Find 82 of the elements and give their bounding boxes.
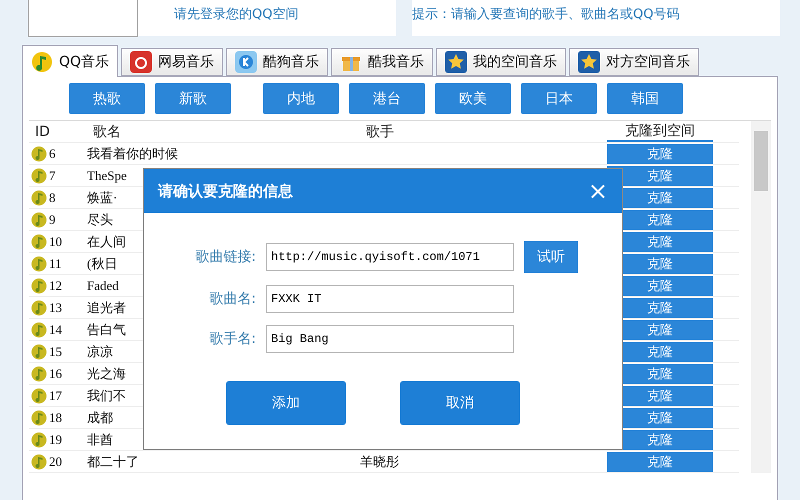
column-header: ID	[34, 124, 51, 140]
dialog-button[interactable]: 取消	[400, 381, 520, 425]
id-cell: 11	[49, 256, 62, 272]
music-ball-icon	[31, 256, 47, 272]
id-cell: 17	[49, 388, 62, 404]
id-cell: 20	[49, 454, 62, 470]
close-button[interactable]: ×	[588, 177, 608, 205]
clone-button[interactable]: 克隆	[607, 452, 713, 472]
music-ball-icon	[31, 212, 47, 228]
field-label: 歌手名:	[208, 330, 256, 348]
song-title-cell: 告白气	[87, 320, 126, 338]
id-cell: 14	[49, 322, 62, 338]
column-header: 歌名	[92, 122, 122, 140]
source-tab[interactable]: QQ音乐	[22, 45, 118, 77]
song-title-cell: Faded	[87, 278, 119, 294]
song-title-cell: 我看着你的时候	[87, 144, 178, 162]
scrollbar[interactable]	[751, 121, 771, 473]
music-ball-icon	[31, 146, 47, 162]
music-ball-icon	[31, 168, 47, 184]
category-button[interactable]: 日本	[521, 83, 597, 114]
song-title-cell: 在人间	[87, 232, 126, 250]
id-cell: 6	[49, 146, 56, 162]
music-ball-icon	[31, 234, 47, 250]
input-field[interactable]: Big Bang	[266, 325, 514, 353]
id-cell: 9	[49, 212, 56, 228]
song-title-cell: 焕蓝·	[87, 188, 118, 206]
id-cell: 12	[49, 278, 62, 294]
source-tab[interactable]: 对方空间音乐	[569, 48, 700, 76]
artist-cell: 羊晓彤	[360, 452, 399, 470]
music-ball-icon	[31, 432, 47, 448]
music-ball-icon	[31, 278, 47, 294]
music-ball-icon	[31, 454, 47, 470]
source-tab[interactable]: 我的空间音乐	[436, 48, 566, 76]
clone-button[interactable]: 克隆	[607, 144, 713, 164]
field-label: 歌曲链接:	[194, 248, 256, 266]
song-title-cell: (秋日	[87, 254, 118, 272]
song-title-cell: TheSpe	[87, 168, 127, 184]
song-title-cell: 非酋	[87, 430, 113, 448]
k-badge-icon	[235, 51, 258, 73]
login-hint: 请先登录您的QQ空间	[174, 6, 298, 23]
song-title-cell: 成都	[87, 408, 113, 426]
dialog-title: 请确认要克隆的信息	[158, 182, 293, 200]
music-ball-icon	[31, 388, 47, 404]
category-button[interactable]: 热歌	[69, 83, 145, 114]
category-button[interactable]: 新歌	[155, 83, 231, 114]
category-button[interactable]: 港台	[349, 83, 425, 114]
music-ball-icon	[31, 190, 47, 206]
input-field[interactable]: FXXK IT	[266, 285, 514, 313]
song-title-cell: 都二十了	[87, 452, 139, 470]
song-title-cell: 追光者	[87, 298, 126, 316]
music-note-icon	[31, 50, 53, 72]
source-tab[interactable]: 酷我音乐	[331, 48, 434, 76]
id-cell: 18	[49, 410, 62, 426]
id-cell: 16	[49, 366, 62, 382]
music-ball-icon	[31, 300, 47, 316]
field-label: 歌曲名:	[208, 290, 256, 308]
song-title-cell: 我们不	[87, 386, 126, 404]
category-button[interactable]: 内地	[263, 83, 339, 114]
dialog-button[interactable]: 添加	[226, 381, 346, 425]
song-title-cell: 光之海	[87, 364, 126, 382]
source-tab[interactable]: 酷狗音乐	[226, 48, 328, 76]
category-button[interactable]: 韩国	[607, 83, 683, 114]
music-ball-icon	[31, 322, 47, 338]
id-cell: 7	[49, 168, 56, 184]
source-tab[interactable]: 网易音乐	[121, 48, 224, 76]
id-cell: 8	[49, 190, 56, 206]
id-cell: 19	[49, 432, 62, 448]
input-field[interactable]: http://music.qyisoft.com/1071	[266, 243, 514, 271]
music-ball-icon	[31, 366, 47, 382]
song-title-cell: 凉凉	[87, 342, 113, 360]
search-hint: 提示：请输入要查询的歌手、歌曲名或QQ号码	[412, 6, 680, 23]
listen-button[interactable]: 试听	[524, 241, 578, 273]
column-header: 歌手	[365, 122, 395, 140]
id-cell: 10	[49, 234, 62, 250]
swirl-icon	[130, 51, 152, 73]
song-title-cell: 尽头	[87, 210, 113, 228]
id-cell: 13	[49, 300, 62, 316]
category-button[interactable]: 欧美	[435, 83, 511, 114]
music-ball-icon	[31, 344, 47, 360]
column-header: 克隆到空间	[607, 122, 713, 142]
id-cell: 15	[49, 344, 62, 360]
music-ball-icon	[31, 410, 47, 426]
